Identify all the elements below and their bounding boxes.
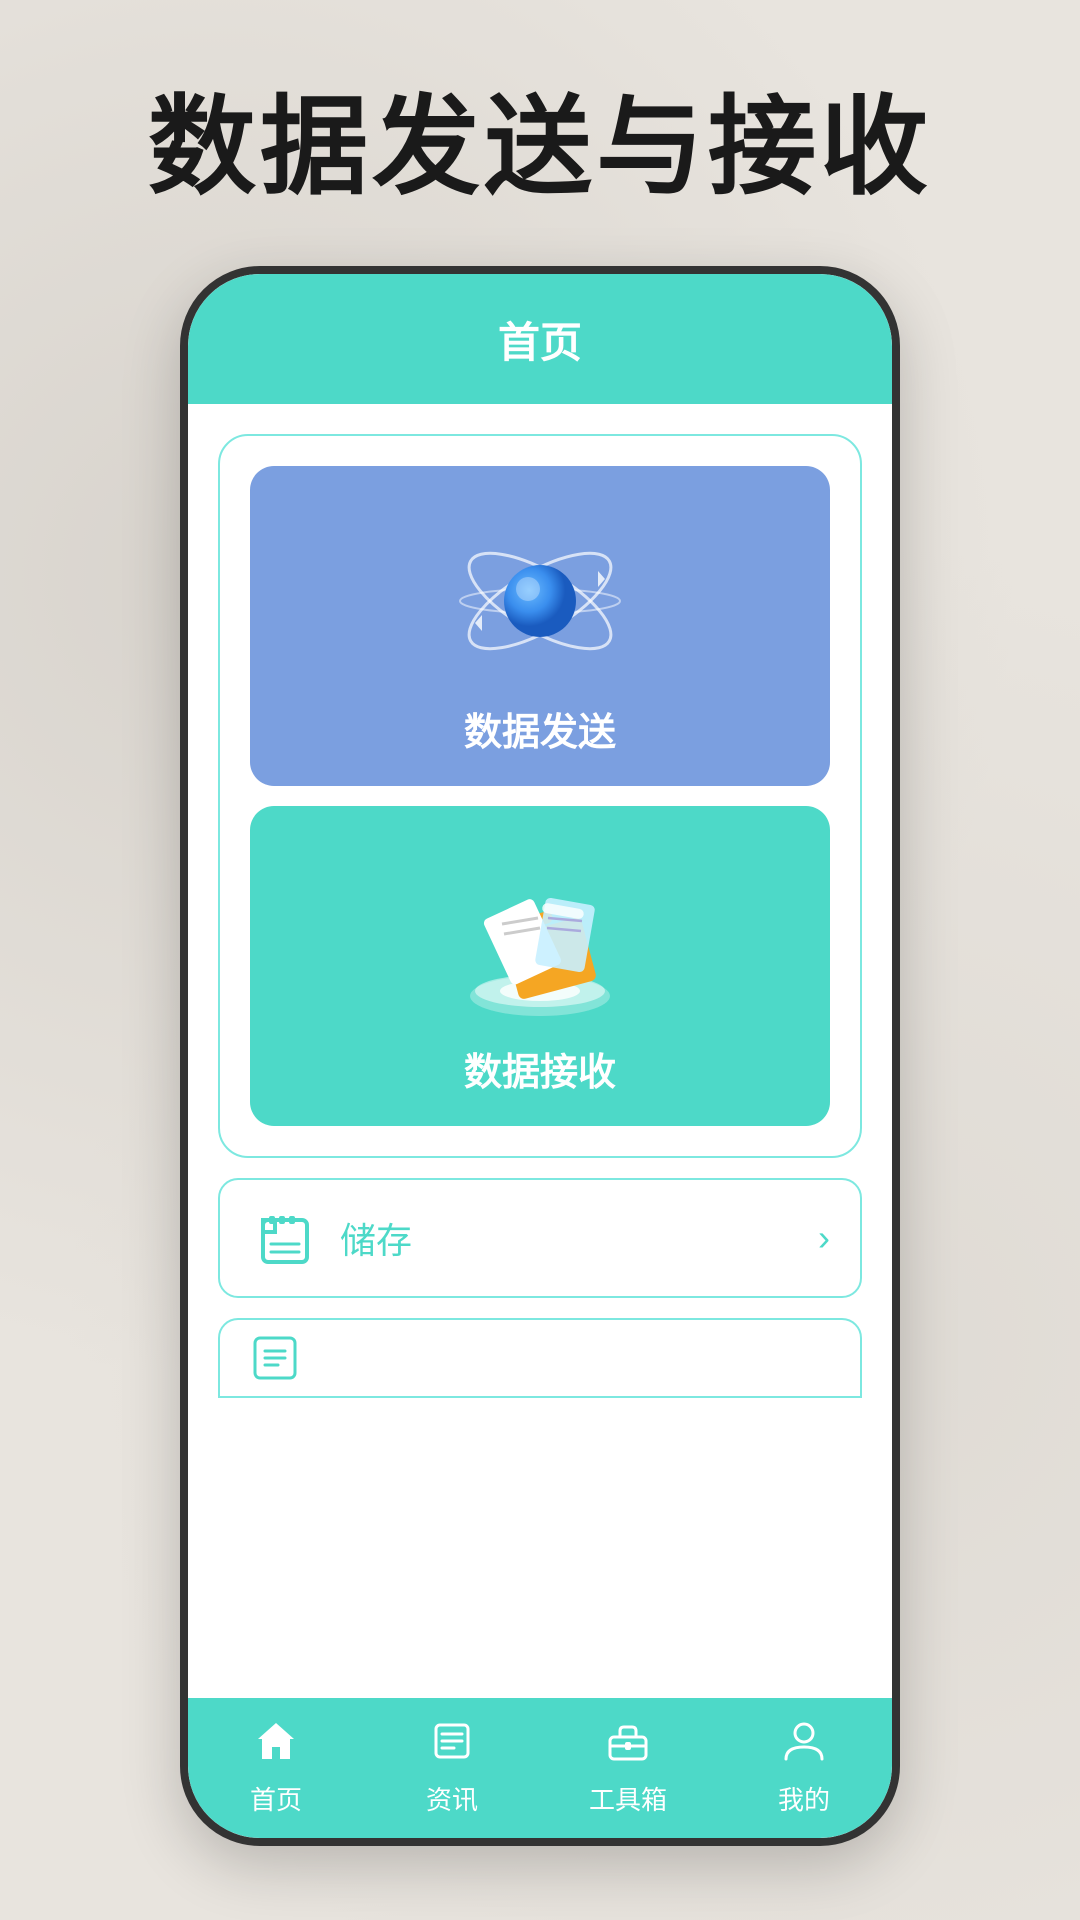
nav-news-label: 资讯 (426, 1780, 478, 1817)
news-icon (430, 1719, 474, 1774)
data-send-card[interactable]: 数据发送 (250, 466, 830, 786)
partial-icon (250, 1333, 300, 1383)
nav-home[interactable]: 首页 (226, 1719, 326, 1817)
sd-card-svg (255, 1208, 315, 1268)
receive-icon (440, 856, 640, 1026)
phone-frame: 首页 (180, 266, 900, 1846)
nav-tools[interactable]: 工具箱 (578, 1719, 678, 1817)
bottom-nav: 首页 资讯 (188, 1698, 892, 1838)
receive-icon-area (250, 806, 830, 1076)
nav-mine-label: 我的 (778, 1780, 830, 1817)
globe-icon (450, 511, 630, 691)
nav-news[interactable]: 资讯 (402, 1719, 502, 1817)
partial-row (218, 1318, 862, 1398)
nav-mine[interactable]: 我的 (754, 1719, 854, 1817)
phone-content: 数据发送 (188, 404, 892, 1698)
toolbox-icon (606, 1719, 650, 1774)
nav-home-label: 首页 (250, 1780, 302, 1817)
feature-cards-container: 数据发送 (218, 434, 862, 1158)
home-icon (254, 1719, 298, 1774)
receive-card-label: 数据接收 (464, 1041, 616, 1096)
phone-header: 首页 (188, 274, 892, 404)
page-title: 数据发送与接收 (148, 60, 932, 216)
send-card-label: 数据发送 (464, 701, 616, 756)
storage-chevron-icon: › (818, 1217, 830, 1259)
data-receive-card[interactable]: 数据接收 (250, 806, 830, 1126)
send-icon-area (250, 466, 830, 736)
storage-row[interactable]: 储存 › (218, 1178, 862, 1298)
nav-tools-label: 工具箱 (589, 1780, 667, 1817)
header-title: 首页 (498, 309, 582, 370)
sd-card-icon (250, 1203, 320, 1273)
profile-icon (782, 1719, 826, 1774)
storage-label: 储存 (340, 1212, 818, 1264)
